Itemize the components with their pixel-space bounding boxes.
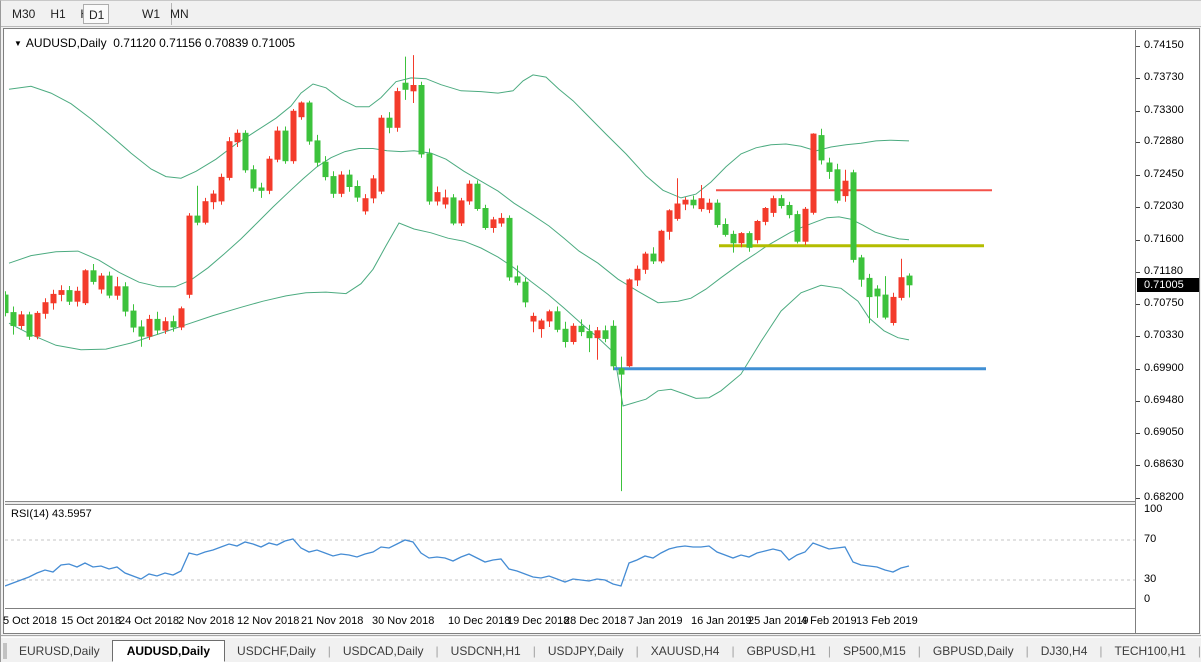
rsi-indicator-pane[interactable]: RSI(14) 43.5957 [5,505,1135,609]
price-tick-label: 0.73730 [1144,71,1184,83]
rsi-tick-label: 30 [1144,573,1156,585]
tab-audusd-daily[interactable]: AUDUSD,Daily [112,640,225,662]
price-tick-label: 0.73300 [1144,104,1184,116]
date-tick-label: 28 Dec 2018 [564,615,626,627]
price-tick-label: 0.69900 [1144,362,1184,374]
price-tick-mark [1136,111,1140,112]
price-tick-label: 0.72880 [1144,135,1184,147]
tab-tech100-h1[interactable]: TECH100,H1 [1103,641,1198,661]
tab-eurusd-daily[interactable]: EURUSD,Daily [7,641,112,661]
price-tick-label: 0.71180 [1144,265,1183,277]
date-tick-label: 24 Oct 2018 [119,615,179,627]
price-tick-mark [1136,78,1140,79]
price-tick-label: 0.68630 [1144,458,1184,470]
price-tick-mark [1136,498,1140,499]
price-tick-mark [1136,46,1140,47]
tab-dj30-h4[interactable]: DJ30,H4 [1029,641,1100,661]
price-tick-label: 0.70330 [1144,329,1184,341]
tab-sp500-m15[interactable]: SP500,M15 [831,641,918,661]
price-tick-label: 0.69050 [1144,426,1184,438]
tab-usdchf-daily[interactable]: USDCHF,Daily [225,641,328,661]
price-tick-mark [1136,175,1140,176]
date-tick-label: 4 Feb 2019 [801,615,857,627]
timeframe-button-w1[interactable]: W1 [137,4,163,24]
bollinger-lower-band [9,223,909,406]
tabs-container: EURUSD,DailyAUDUSD,DailyUSDCHF,Daily|USD… [7,640,1201,662]
price-tick-mark [1136,433,1140,434]
bollinger-upper-band [9,75,909,198]
price-tick-mark [1136,240,1140,241]
tab-xauusd-h4[interactable]: XAUUSD,H4 [639,641,732,661]
date-axis[interactable]: 5 Oct 2018 15 Oct 201824 Oct 20182 Nov 20… [5,610,1135,633]
price-tick-label: 0.72450 [1144,168,1184,180]
timeframe-button-h1[interactable]: H1 [45,4,71,24]
timeframe-button-d1[interactable]: D1 [83,4,109,24]
timeframe-button-m30[interactable]: M30 [7,4,39,24]
rsi-value: 43.5957 [52,508,92,520]
tab-usdcad-daily[interactable]: USDCAD,Daily [331,641,436,661]
date-tick-label: 5 Oct 2018 [3,615,57,627]
rsi-tick-label: 100 [1144,503,1162,515]
chart-tab-bar: EURUSD,DailyAUDUSD,DailyUSDCHF,Daily|USD… [1,638,1201,662]
price-tick-label: 0.70750 [1144,297,1184,309]
price-tick-mark [1136,207,1140,208]
date-tick-label: 13 Feb 2019 [856,615,918,627]
chart-ohlc-values: 0.71120 0.71156 0.70839 0.71005 [113,36,295,50]
date-tick-label: 12 Nov 2018 [237,615,299,627]
tab-gbpusd-daily[interactable]: GBPUSD,Daily [921,641,1026,661]
tab-usdcnh-h1[interactable]: USDCNH,H1 [439,641,533,661]
chart-title: ▼ AUDUSD,Daily 0.71120 0.71156 0.70839 0.… [14,36,295,50]
date-tick-label: 2 Nov 2018 [178,615,234,627]
date-tick-label: 25 Jan 2019 [748,615,809,627]
price-tick-label: 0.71600 [1144,233,1184,245]
date-tick-label: 10 Dec 2018 [448,615,510,627]
price-tick-mark [1136,369,1140,370]
bollinger-middle-band [9,149,909,303]
price-axis[interactable]: 0.71005 0.74150 0.73730 0.73300 0.72880 0.72… [1135,30,1199,633]
date-tick-label: 7 Jan 2019 [628,615,682,627]
date-tick-label: 19 Dec 2018 [507,615,569,627]
tab-usdjpy-daily[interactable]: USDJPY,Daily [536,641,636,661]
current-price-badge: 0.71005 [1137,278,1199,292]
rsi-tick-label: 0 [1144,593,1150,605]
price-tick-label: 0.72030 [1144,200,1184,212]
price-tick-mark [1136,465,1140,466]
rsi-line [5,539,909,586]
date-tick-label: 21 Nov 2018 [301,615,363,627]
price-tick-mark [1136,272,1140,273]
date-tick-label: 30 Nov 2018 [372,615,434,627]
timeframe-toolbar: M30H1H4D1W1MN [1,1,1201,27]
price-tick-mark [1136,142,1140,143]
price-tick-label: 0.69480 [1144,394,1184,406]
price-tick-label: 0.68200 [1144,491,1184,503]
date-tick-label: 16 Jan 2019 [691,615,752,627]
date-tick-label: 15 Oct 2018 [61,615,121,627]
candles [5,55,912,491]
price-tick-mark [1136,401,1140,402]
price-chart[interactable]: ▼ AUDUSD,Daily 0.71120 0.71156 0.70839 0.… [5,30,1135,501]
price-tick-mark [1136,336,1140,337]
price-tick-mark [1136,304,1140,305]
tab-gbpusd-h1[interactable]: GBPUSD,H1 [735,641,828,661]
chart-window: ▼ AUDUSD,Daily 0.71120 0.71156 0.70839 0.… [3,28,1200,634]
chevron-down-icon[interactable]: ▼ [14,39,22,48]
rsi-tick-label: 70 [1144,533,1156,545]
chart-symbol: AUDUSD,Daily [26,36,107,50]
rsi-label: RSI(14) [11,508,49,520]
candlestick-canvas[interactable] [5,30,1135,501]
timeframe-button-mn[interactable]: MN [165,4,193,24]
price-tick-label: 0.74150 [1144,39,1184,51]
rsi-header: RSI(14) 43.5957 [11,508,92,520]
rsi-canvas[interactable] [5,505,1135,609]
mt4-window: M30H1H4D1W1MN ▼AUDUSD,Daily 0.71120 0.71… [0,0,1201,662]
